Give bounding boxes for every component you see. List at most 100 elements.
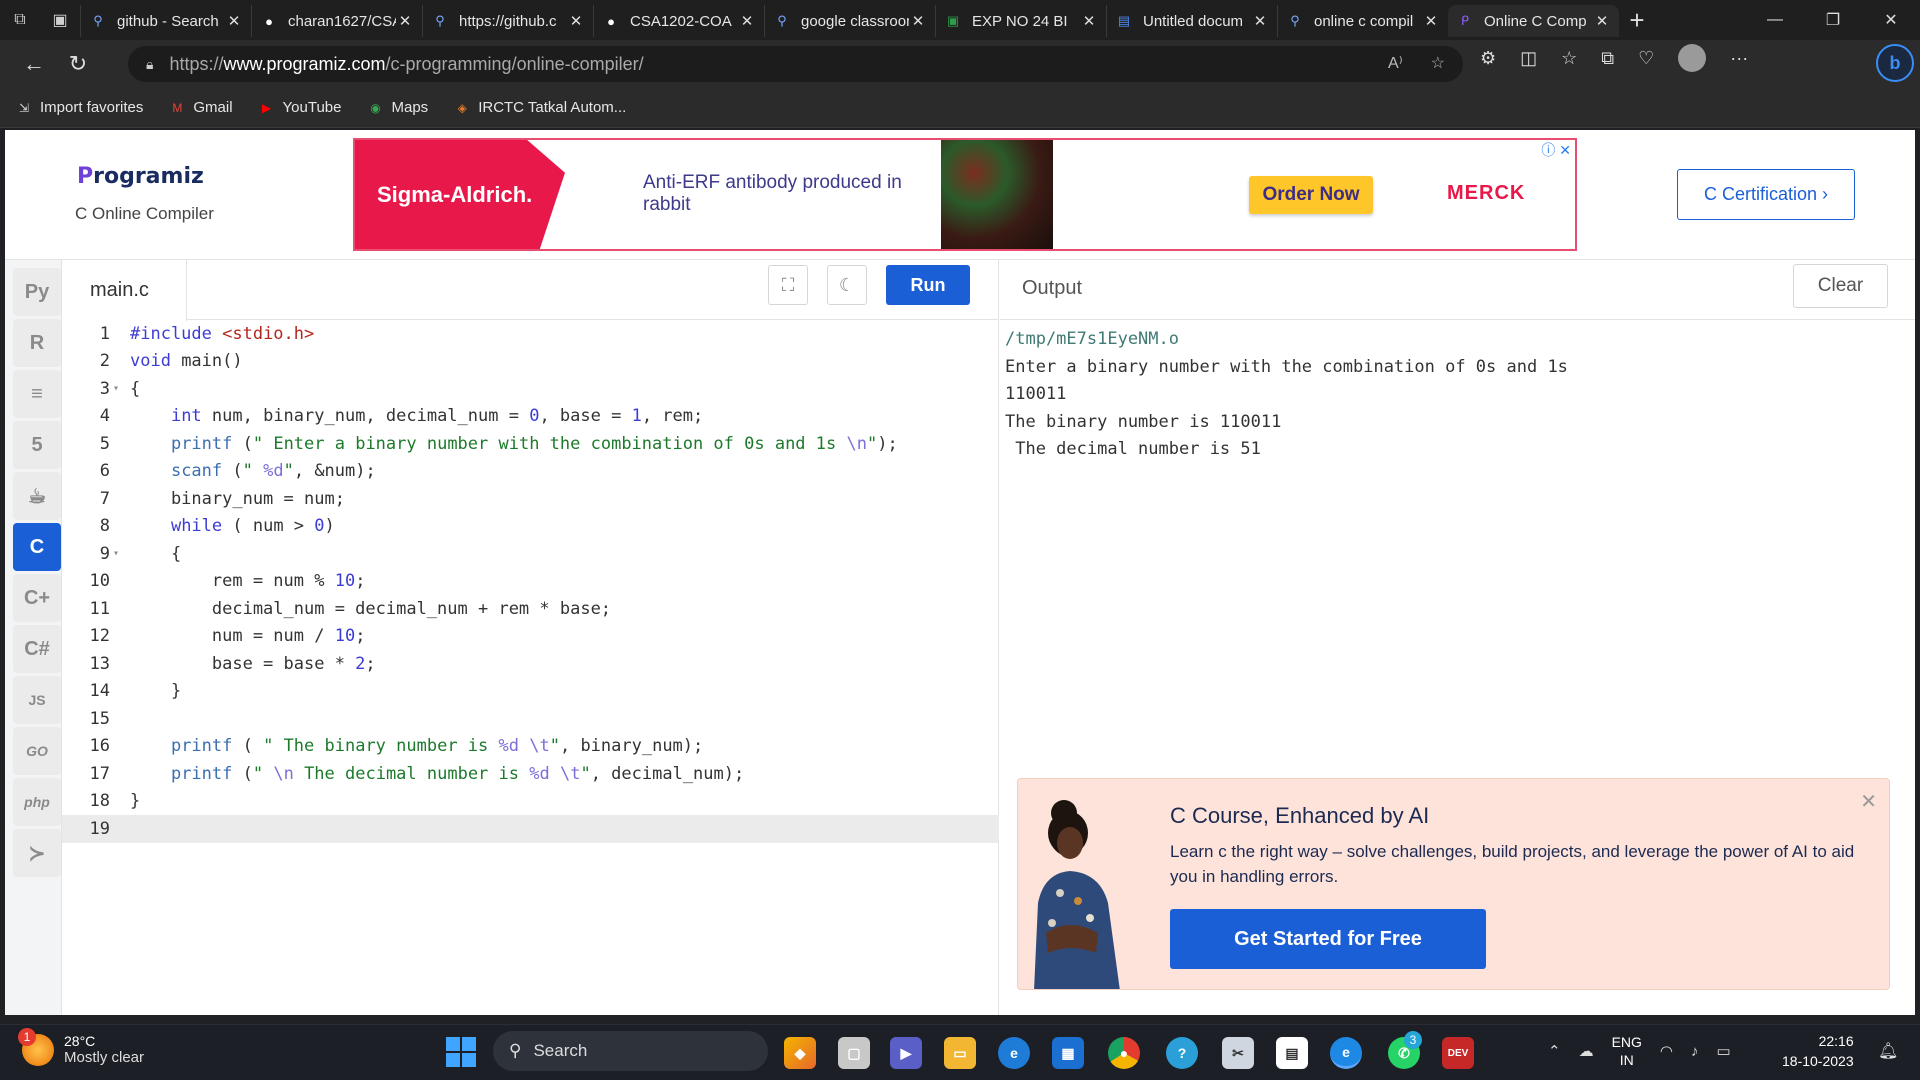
browser-tab[interactable]: ▣ EXP NO 24 BI ✕ [935,5,1106,37]
browser-tab[interactable]: ⚲ google classroom ✕ [764,5,935,37]
code-line[interactable]: 13 base = base * 2; [62,650,999,678]
refresh-icon[interactable]: ↻ [56,44,100,84]
edge-browser-icon[interactable]: e [1330,1037,1362,1069]
extensions-icon[interactable]: ⚙ [1480,48,1496,69]
ad-order-button[interactable]: Order Now [1249,176,1373,214]
weather-widget[interactable]: 1 28°C Mostly clear [18,1027,144,1066]
browser-tab[interactable]: ⚲ online c compil ✕ [1277,5,1448,37]
code-line[interactable]: 2 void main() [62,348,999,376]
go-icon[interactable]: GO [13,727,61,775]
programiz-logo[interactable]: Programiz [77,164,204,189]
close-tab-icon[interactable]: ✕ [909,12,927,30]
address-bar[interactable]: 🔒︎ https://www.programiz.com/c-programmi… [128,46,1463,82]
code-line[interactable]: 1 #include <stdio.h> [62,320,999,348]
code-line[interactable]: 16 printf ( " The binary number is %d \t… [62,733,999,761]
collections-icon[interactable]: ⧉ [1601,48,1614,69]
close-window-icon[interactable]: ✕ [1862,0,1920,40]
favorite-star-icon[interactable]: ☆ [1431,53,1445,73]
code-line[interactable]: 11 decimal_num = decimal_num + rem * bas… [62,595,999,623]
cpp-icon[interactable]: C+ [13,574,61,622]
battery-icon[interactable]: ▭ [1717,1042,1731,1060]
browser-essentials-icon[interactable]: ♡ [1638,48,1654,69]
code-area[interactable]: 1 #include <stdio.h> 2 void main() 3 ▾{4 int … [62,320,999,843]
start-icon[interactable] [446,1037,476,1067]
code-line[interactable]: 7 binary_num = num; [62,485,999,513]
volume-icon[interactable]: ♪ [1691,1043,1699,1060]
code-line[interactable]: 19 [62,815,999,843]
browser-tab[interactable]: ⚲ https://github.c ✕ [422,5,593,37]
python-icon[interactable]: Py [13,268,61,316]
notification-bell-icon[interactable]: 🔔︎ [1878,1041,1898,1061]
code-line[interactable]: 5 printf (" Enter a binary number with t… [62,430,999,458]
browser-tab[interactable]: ⚲ github - Search ✕ [80,5,251,37]
widgets-app-icon[interactable]: ◆ [784,1037,816,1069]
ad-close-icon[interactable]: ⓘ ✕ [1541,140,1571,160]
favorite-item[interactable]: ◈ IRCTC Tatkal Autom... [454,99,627,116]
fullscreen-icon[interactable]: ⛶ [768,265,808,305]
get-started-button[interactable]: Get Started for Free [1170,909,1486,969]
output-console[interactable]: /tmp/mE7s1EyeNM.o Enter a binary number w… [1005,326,1568,464]
new-tab-button[interactable]: + [1619,5,1655,36]
ad-banner[interactable]: Sigma-Aldrich. Anti-ERF antibody produce… [353,138,1577,251]
dev-cpp-icon[interactable]: DEV [1442,1037,1474,1069]
favorite-item[interactable]: ◉ Maps [368,99,428,116]
taskbar-search[interactable]: ⚲ Search [493,1031,768,1071]
close-tab-icon[interactable]: ✕ [1422,12,1440,30]
swift-icon[interactable]: ≻ [13,829,61,877]
run-button[interactable]: Run [886,265,970,305]
clear-button[interactable]: Clear [1793,264,1888,308]
fold-toggle-icon[interactable]: ▾ [110,383,122,394]
code-line[interactable]: 15 [62,705,999,733]
code-line[interactable]: 14 } [62,678,999,706]
close-tab-icon[interactable]: ✕ [1080,12,1098,30]
lock-icon[interactable]: 🔒︎ [146,56,153,73]
edge-dev-icon[interactable]: e [998,1037,1030,1069]
help-icon[interactable]: ? [1166,1037,1198,1069]
certification-button[interactable]: C Certification › [1677,169,1855,220]
favorite-item[interactable]: M Gmail [169,99,232,116]
code-line[interactable]: 4 int num, binary_num, decimal_num = 0, … [62,403,999,431]
favorites-icon[interactable]: ☆ [1561,48,1577,69]
code-line[interactable]: 18} [62,788,999,816]
browser-tab[interactable]: ● charan1627/CSA ✕ [251,5,422,37]
wifi-icon[interactable]: ◠ [1660,1042,1673,1060]
fold-toggle-icon[interactable]: ▾ [110,548,122,559]
tab-actions-icon[interactable]: ▣ [40,0,80,40]
snipping-tool-icon[interactable]: ✂ [1222,1037,1254,1069]
copilot-icon[interactable]: b [1876,44,1914,82]
dark-mode-icon[interactable]: ☾ [827,265,867,305]
close-tab-icon[interactable]: ✕ [567,12,585,30]
language-indicator[interactable]: ENG IN [1612,1033,1642,1069]
more-menu-icon[interactable]: ··· [1730,48,1748,69]
close-tab-icon[interactable]: ✕ [738,12,756,30]
favorite-item[interactable]: ⇲ Import favorites [16,99,143,116]
sql-icon[interactable]: ≡ [13,370,61,418]
chrome-icon[interactable]: ● [1108,1037,1140,1069]
code-line[interactable]: 8 while ( num > 0) [62,513,999,541]
php-icon[interactable]: php [13,778,61,826]
clock[interactable]: 22:16 18-10-2023 [1782,1031,1854,1071]
browser-tab[interactable]: ▤ Untitled docum ✕ [1106,5,1277,37]
chevron-up-icon[interactable]: ⌃ [1548,1042,1561,1060]
onedrive-icon[interactable]: ☁ [1579,1042,1594,1060]
ms-store-icon[interactable]: ▤ [1276,1037,1308,1069]
code-line[interactable]: 6 scanf (" %d", &num); [62,458,999,486]
csharp-icon[interactable]: C# [13,625,61,673]
c-icon[interactable]: C [13,523,61,571]
favorite-item[interactable]: ▶ YouTube [259,99,342,116]
file-tab-main-c[interactable]: main.c [62,260,187,321]
minimize-icon[interactable]: — [1746,0,1804,40]
close-tab-icon[interactable]: ✕ [396,12,414,30]
java-icon[interactable]: ☕︎ [13,472,61,520]
promo-close-icon[interactable]: ✕ [1860,789,1877,814]
task-view-icon[interactable]: ▢ [838,1037,870,1069]
profile-avatar[interactable] [1678,44,1707,72]
r-icon[interactable]: R [13,319,61,367]
teams-chat-icon[interactable]: ▶ [890,1037,922,1069]
browser-tab[interactable]: ᑭ Online C Comp ✕ [1448,5,1619,37]
close-tab-icon[interactable]: ✕ [1593,12,1611,30]
html-icon[interactable]: 5 [13,421,61,469]
restore-icon[interactable]: ❐ [1804,0,1862,40]
javascript-icon[interactable]: JS [13,676,61,724]
url-text[interactable]: https://www.programiz.com/c-programming/… [169,54,643,75]
